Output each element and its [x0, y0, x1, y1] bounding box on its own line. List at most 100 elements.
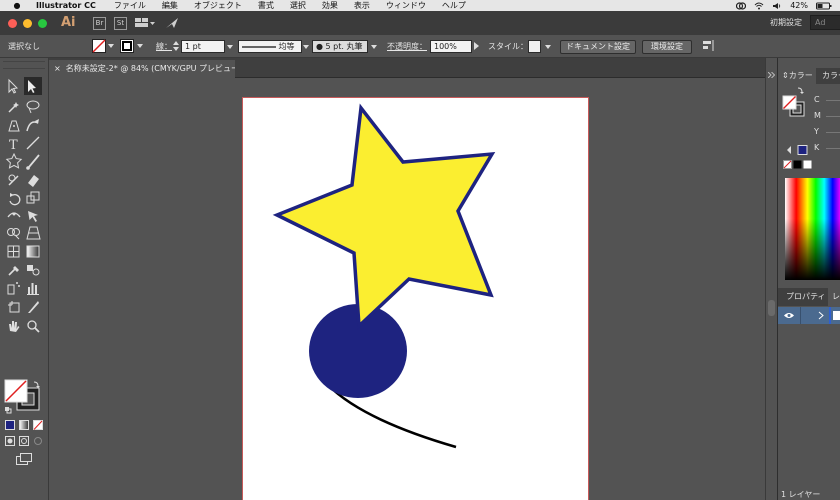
out-of-web-gamut-icon[interactable]	[785, 144, 809, 156]
screen-mode-icon[interactable]	[16, 453, 32, 465]
graphic-style-chevron-icon[interactable]	[545, 45, 551, 49]
gpu-performance-icon[interactable]	[165, 17, 179, 29]
cmyk-k-slider[interactable]	[826, 148, 840, 149]
dock-scroll-thumb[interactable]	[768, 300, 775, 316]
menu-help[interactable]: ヘルプ	[442, 0, 466, 11]
menu-file[interactable]: ファイル	[114, 0, 146, 11]
shaper-tool-icon[interactable]	[8, 174, 19, 186]
battery-icon[interactable]	[816, 2, 832, 10]
perspective-grid-tool-icon[interactable]	[26, 226, 41, 240]
tab-properties[interactable]: プロパティ	[782, 288, 826, 306]
line-segment-tool-icon[interactable]	[26, 136, 40, 150]
fill-none-swatch[interactable]	[92, 39, 106, 53]
fill-stroke-widget[interactable]	[3, 378, 45, 414]
color-spectrum[interactable]	[785, 178, 840, 280]
layer-visibility-eye-icon[interactable]	[784, 312, 794, 319]
stroke-dropdown-chevron-icon[interactable]	[137, 44, 143, 48]
brush-definition-select[interactable]: ● 5 pt. 丸筆	[312, 40, 368, 53]
menu-object[interactable]: オブジェクト	[194, 0, 242, 11]
cmyk-c-slider[interactable]	[826, 100, 840, 101]
stroke-profile-select[interactable]: 均等	[238, 40, 302, 53]
graphic-style-swatch[interactable]	[528, 40, 541, 53]
brush-chevron-icon[interactable]	[371, 45, 377, 49]
quick-swatches[interactable]	[783, 160, 813, 170]
menu-type[interactable]: 書式	[258, 0, 274, 11]
menu-select[interactable]: 選択	[290, 0, 306, 11]
menu-window[interactable]: ウィンドウ	[386, 0, 426, 11]
zoom-tool-icon[interactable]	[27, 320, 40, 333]
opacity-label[interactable]: 不透明度：	[387, 41, 427, 52]
symbol-sprayer-tool-icon[interactable]	[7, 282, 20, 295]
paintbrush-tool-icon[interactable]	[26, 154, 40, 170]
tools-panel-grip[interactable]	[3, 61, 45, 69]
align-options-icon[interactable]	[702, 39, 716, 53]
eraser-tool-icon[interactable]	[28, 175, 39, 187]
cmyk-y-slider[interactable]	[826, 132, 840, 133]
zoom-window-button[interactable]	[38, 18, 47, 28]
menu-view[interactable]: 表示	[354, 0, 370, 11]
arrange-documents-icon[interactable]	[135, 17, 155, 29]
stroke-profile-chevron-icon[interactable]	[303, 45, 309, 49]
tab-close-icon[interactable]: ×	[54, 64, 61, 73]
lasso-tool-icon[interactable]	[26, 100, 40, 114]
gradient-mode-button[interactable]	[19, 420, 29, 430]
shape-builder-tool-icon[interactable]	[7, 228, 20, 240]
menu-effect[interactable]: 効果	[322, 0, 338, 11]
layer-expand-chevron-icon[interactable]	[818, 311, 824, 320]
wifi-icon[interactable]	[754, 2, 764, 10]
app-name-menu[interactable]: Illustrator CC	[36, 1, 96, 10]
artboard-tool-icon[interactable]	[8, 301, 20, 313]
type-tool-icon[interactable]: T	[9, 138, 18, 153]
apple-icon[interactable]: ●	[12, 1, 22, 10]
draw-behind-icon[interactable]	[19, 436, 29, 446]
collapse-panels-icon[interactable]	[768, 72, 775, 78]
rotate-tool-icon[interactable]	[9, 193, 21, 206]
stock-button[interactable]: St	[114, 16, 127, 30]
layer-row[interactable]	[778, 307, 840, 324]
column-graph-tool-icon[interactable]	[27, 283, 39, 295]
stroke-swatch[interactable]	[120, 39, 134, 53]
cmyk-m-slider[interactable]	[826, 116, 840, 117]
pen-tool-icon[interactable]	[8, 120, 20, 132]
opacity-input[interactable]: 100%	[430, 40, 472, 53]
tab-color[interactable]: ⇕カラー	[778, 68, 816, 84]
yellow-star[interactable]	[272, 103, 496, 330]
panel-fill-stroke-widget[interactable]	[782, 86, 806, 124]
hand-tool-icon[interactable]	[9, 321, 20, 332]
magic-wand-tool-icon[interactable]	[8, 102, 19, 113]
canvas-area[interactable]	[49, 79, 777, 500]
stroke-label[interactable]: 線：	[156, 41, 172, 52]
draw-normal-icon[interactable]	[5, 436, 15, 446]
document-tab[interactable]: × 名称未設定-2* @ 84% (CMYK/GPU プレビュー)	[49, 60, 235, 78]
slice-tool-icon[interactable]	[28, 301, 39, 313]
volume-icon[interactable]	[772, 2, 782, 10]
star-tool-icon[interactable]	[5, 152, 23, 169]
blend-tool-icon[interactable]	[27, 265, 40, 276]
tab-color-guide[interactable]: カラー	[818, 68, 840, 84]
draw-inside-icon[interactable]	[34, 437, 42, 445]
color-mode-button[interactable]	[5, 420, 15, 430]
curvature-tool-icon[interactable]	[26, 119, 39, 132]
close-window-button[interactable]	[8, 18, 17, 28]
free-transform-tool-icon[interactable]	[28, 211, 38, 222]
scale-tool-icon[interactable]	[26, 191, 40, 204]
eyedropper-tool-icon[interactable]	[8, 266, 19, 276]
mesh-tool-icon[interactable]	[7, 245, 20, 258]
preferences-button[interactable]: 環境設定	[642, 40, 692, 54]
stroke-weight-stepper-icon[interactable]	[173, 40, 179, 52]
minimize-window-button[interactable]	[23, 18, 32, 28]
artboard[interactable]	[242, 97, 589, 500]
creative-cloud-icon[interactable]	[736, 1, 747, 10]
menu-edit[interactable]: 編集	[162, 0, 178, 11]
document-setup-button[interactable]: ドキュメント設定	[560, 40, 636, 54]
width-tool-icon[interactable]	[7, 212, 21, 218]
workspace-switcher[interactable]: 初期設定	[770, 17, 802, 28]
opacity-arrow-icon[interactable]	[474, 42, 479, 50]
tab-layers[interactable]: レ	[828, 288, 840, 306]
selection-tool-icon[interactable]	[8, 78, 19, 94]
fill-dropdown-chevron-icon[interactable]	[108, 44, 114, 48]
bridge-icon[interactable]: Br	[93, 16, 106, 30]
adobe-stock-search[interactable]: Ad	[810, 15, 840, 30]
stroke-weight-chevron-icon[interactable]	[227, 45, 233, 49]
stroke-weight-input[interactable]: 1 pt	[181, 40, 225, 53]
